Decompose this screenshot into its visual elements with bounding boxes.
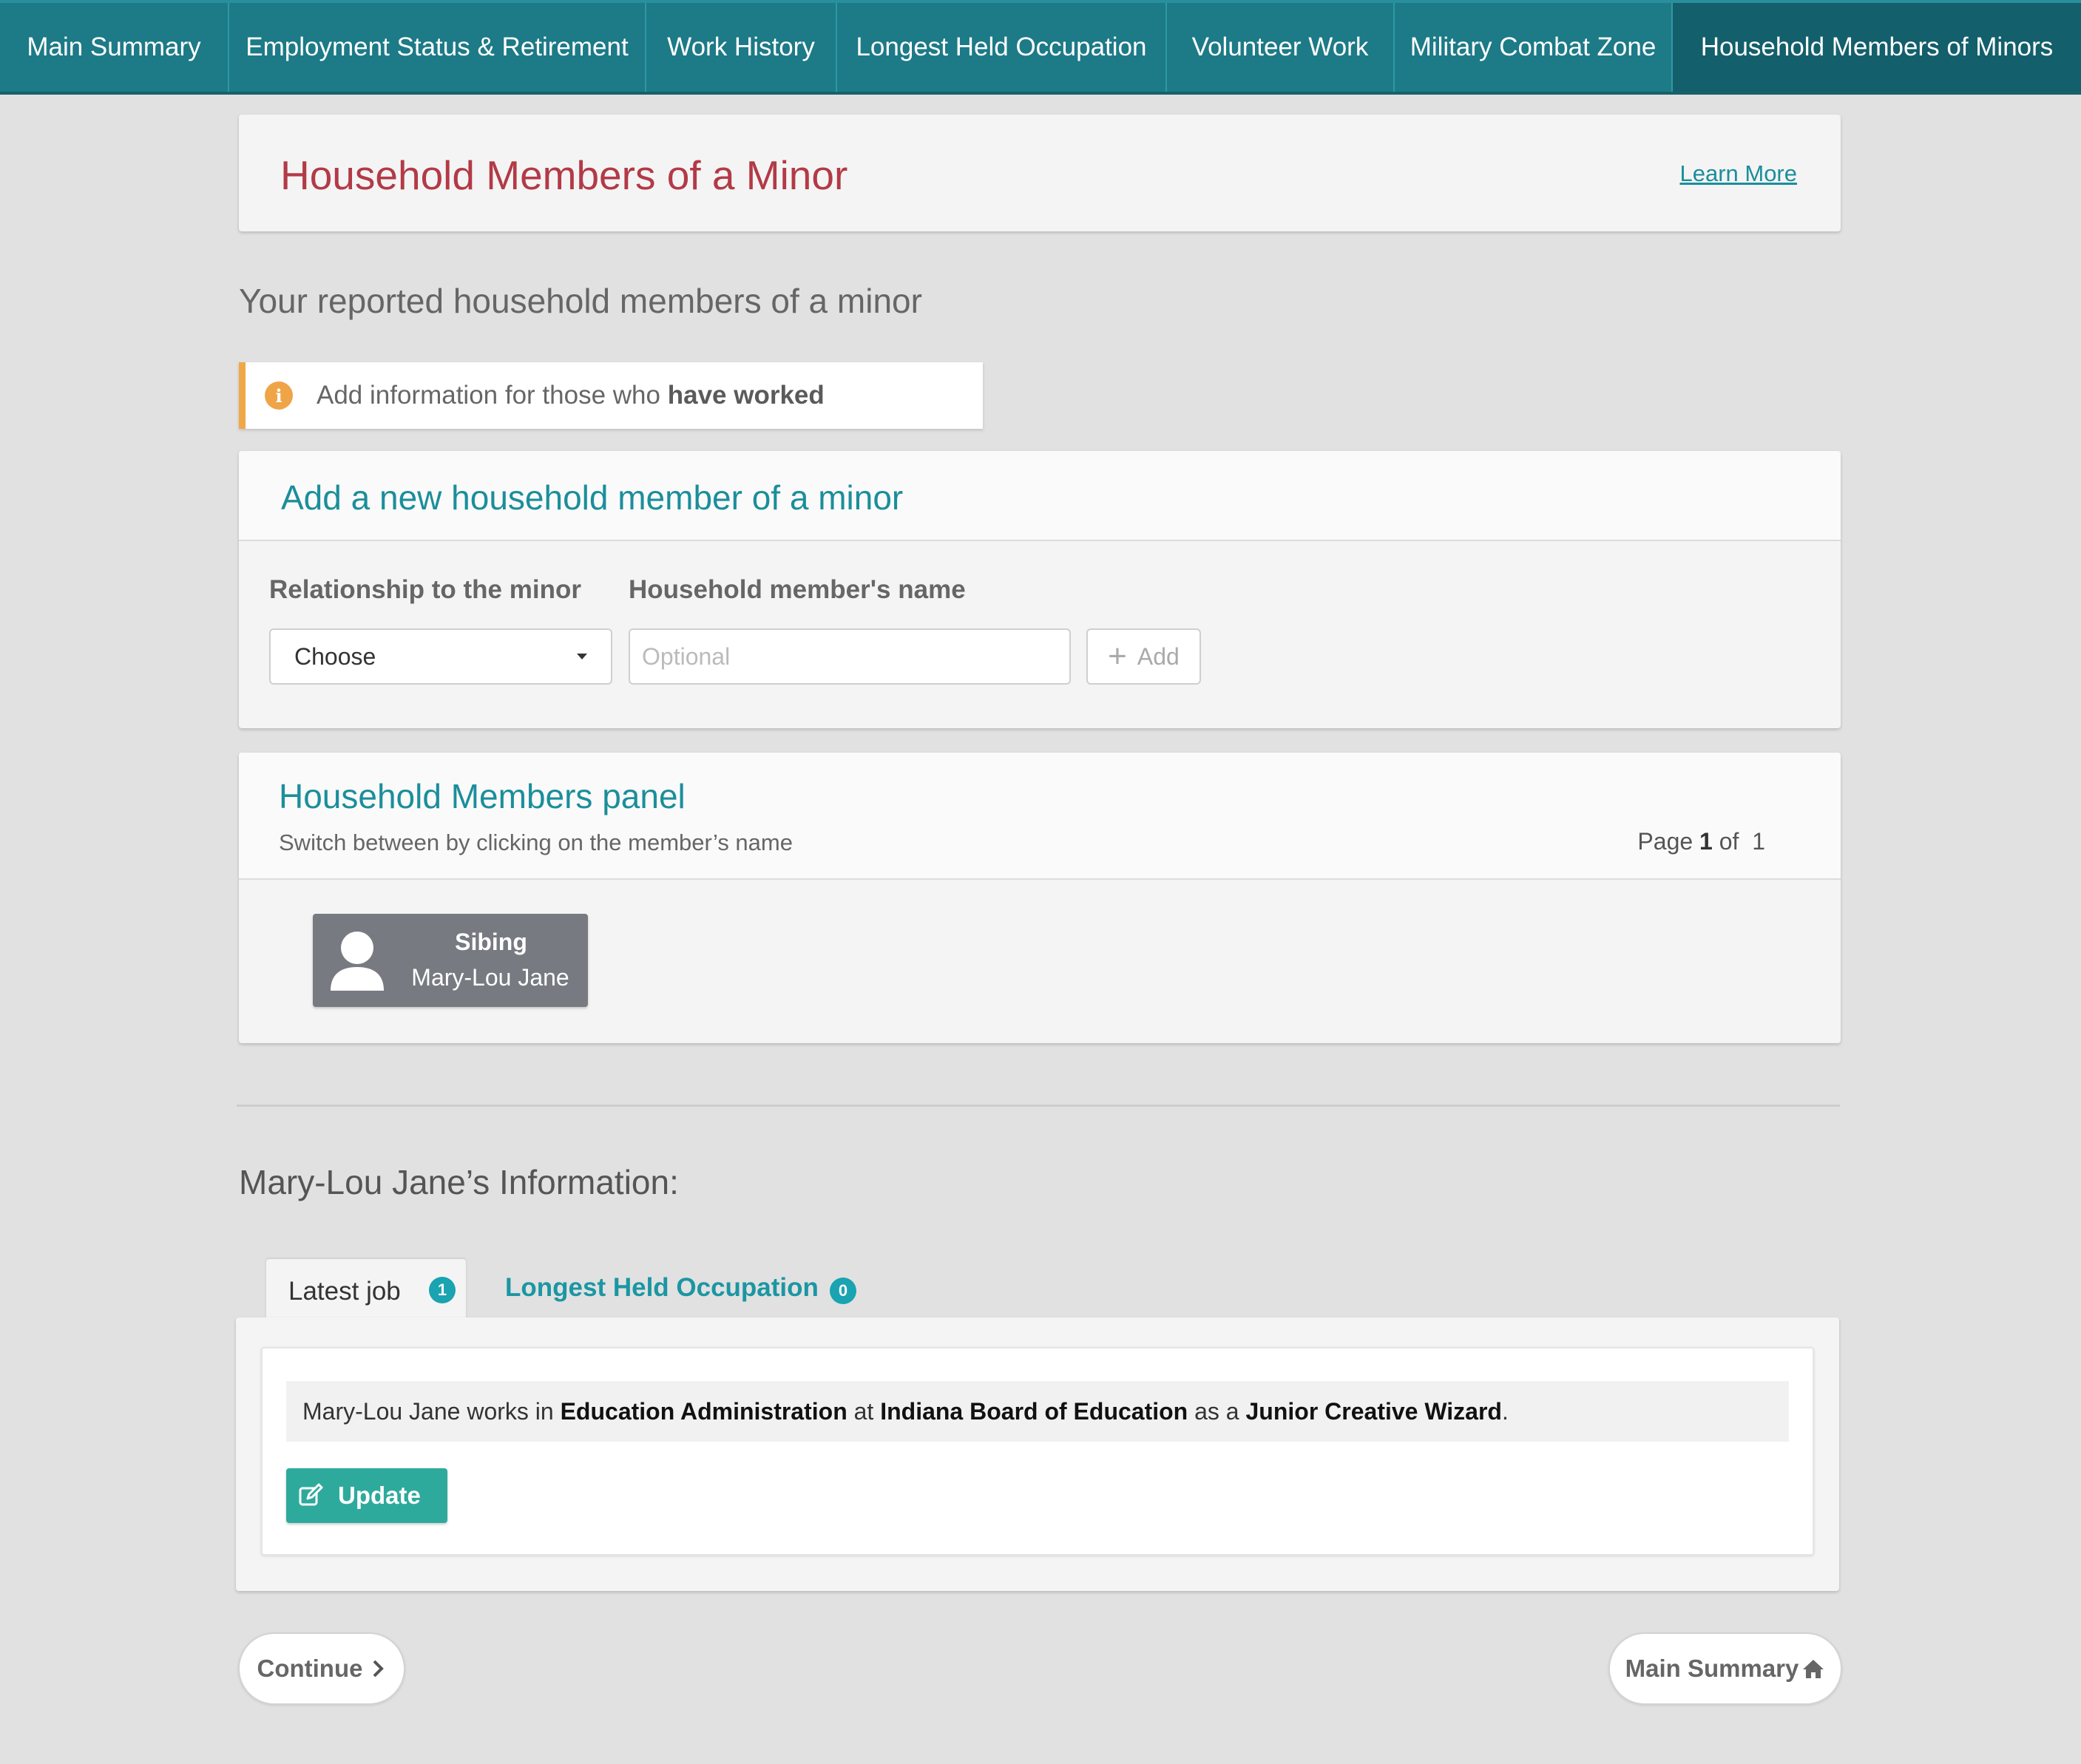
- divider: [237, 1105, 1840, 1107]
- relationship-select[interactable]: Choose: [269, 628, 612, 685]
- longest-held-count-badge: 0: [830, 1278, 856, 1304]
- page-title: Household Members of a Minor: [280, 152, 848, 198]
- member-name-input[interactable]: [629, 628, 1071, 685]
- tab-longest-held-occupation[interactable]: Longest Held Occupation: [837, 3, 1167, 92]
- tab-latest-job-label: Latest job: [288, 1277, 401, 1306]
- add-member-title: Add a new household member of a minor: [281, 478, 904, 517]
- continue-button[interactable]: Continue: [238, 1632, 405, 1705]
- caret-down-icon: [577, 654, 587, 659]
- add-member-button[interactable]: + Add: [1086, 628, 1201, 685]
- info-icon: i: [265, 381, 293, 410]
- panel-title: Household Members panel: [279, 777, 686, 815]
- tab-work-history[interactable]: Work History: [646, 3, 837, 92]
- member-info-title: Mary-Lou Jane’s Information:: [239, 1163, 679, 1201]
- add-member-card: Add a new household member of a minor Re…: [239, 451, 1841, 728]
- alert-text: Add information for those who have worke…: [317, 381, 825, 410]
- home-icon: [1803, 1660, 1824, 1678]
- add-button-label: Add: [1137, 642, 1180, 670]
- plus-icon: +: [1108, 638, 1127, 674]
- update-button-label: Update: [338, 1482, 421, 1509]
- main-summary-label: Main Summary: [1625, 1655, 1799, 1682]
- member-card[interactable]: Sibing Mary-Lou Jane: [313, 914, 588, 1007]
- tab-volunteer-work[interactable]: Volunteer Work: [1167, 3, 1395, 92]
- tab-longest-held-label: Longest Held Occupation: [505, 1273, 819, 1302]
- relationship-label: Relationship to the minor: [269, 575, 581, 604]
- latest-job-card: Mary-Lou Jane works in Education Adminis…: [236, 1317, 1839, 1591]
- continue-label: Continue: [257, 1655, 363, 1682]
- tab-employment-status[interactable]: Employment Status & Retirement: [229, 3, 646, 92]
- tab-longest-held-occupation-info[interactable]: Longest Held Occupation: [505, 1273, 819, 1303]
- member-name-label: Household member's name: [629, 575, 966, 604]
- tab-military-combat-zone[interactable]: Military Combat Zone: [1395, 3, 1673, 92]
- add-member-header: Add a new household member of a minor: [239, 451, 1841, 541]
- section-subheading: Your reported household members of a min…: [239, 282, 922, 320]
- chevron-right-icon: [373, 1660, 385, 1678]
- latest-job-content: Mary-Lou Jane works in Education Adminis…: [261, 1347, 1814, 1556]
- tab-household-members-of-minors[interactable]: Household Members of Minors: [1673, 3, 2081, 92]
- panel-header: Household Members panel Switch between b…: [239, 753, 1841, 880]
- top-nav: Main Summary Employment Status & Retirem…: [0, 0, 2081, 95]
- main-summary-button[interactable]: Main Summary: [1608, 1632, 1842, 1705]
- tab-latest-job[interactable]: Latest job 1: [266, 1259, 466, 1318]
- relationship-select-value: Choose: [294, 643, 376, 670]
- latest-job-count-badge: 1: [429, 1277, 456, 1303]
- tab-main-summary[interactable]: Main Summary: [0, 3, 229, 92]
- pagination-info: Page 1 of 1: [1637, 828, 1765, 855]
- user-icon: [331, 932, 384, 991]
- member-relationship: Sibing: [455, 929, 527, 955]
- job-summary-text: Mary-Lou Jane works in Education Adminis…: [286, 1381, 1789, 1442]
- edit-icon: [299, 1483, 323, 1506]
- member-name: Mary-Lou Jane: [411, 964, 569, 991]
- update-button[interactable]: Update: [286, 1468, 447, 1523]
- household-members-panel: Household Members panel Switch between b…: [239, 753, 1841, 1043]
- panel-subtitle: Switch between by clicking on the member…: [279, 830, 793, 855]
- info-alert: i Add information for those who have wor…: [239, 362, 983, 429]
- page-header-card: Household Members of a Minor Learn More: [239, 115, 1841, 231]
- learn-more-link[interactable]: Learn More: [1679, 160, 1797, 187]
